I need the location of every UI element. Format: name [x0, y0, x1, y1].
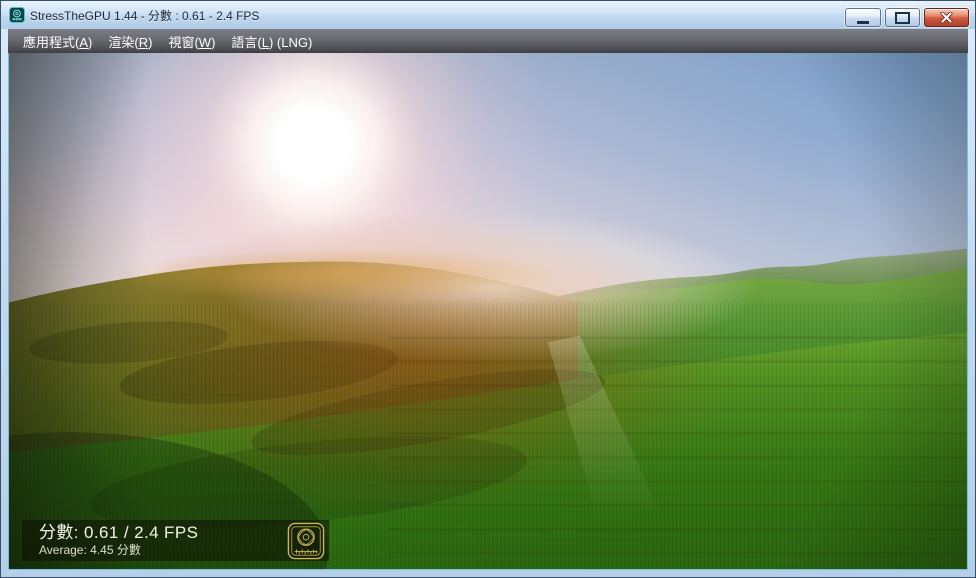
landscape-scene	[9, 53, 967, 569]
caption-buttons	[845, 8, 969, 27]
close-button[interactable]	[924, 8, 969, 27]
menubar: 應用程式(A) 渲染(R) 視窗(W) 語言(L) (LNG)	[8, 29, 968, 53]
score-hud: 分數: 0.61 / 2.4 FPS Average: 4.45 分數	[22, 520, 329, 561]
titlebar[interactable]: StressTheGPU 1.44 - 分數 : 0.61 - 2.4 FPS	[1, 1, 975, 29]
render-viewport: 分數: 0.61 / 2.4 FPS Average: 4.45 分數	[8, 53, 968, 570]
menu-item-window[interactable]: 視窗(W)	[160, 30, 223, 53]
close-icon	[940, 12, 953, 23]
menu-item-language[interactable]: 語言(L) (LNG)	[223, 30, 320, 53]
hud-average-text: Average: 4.45 分數	[39, 543, 141, 557]
stressthegpu-logo-icon	[287, 522, 325, 560]
maximize-icon	[895, 11, 910, 24]
window-title: StressTheGPU 1.44 - 分數 : 0.61 - 2.4 FPS	[30, 8, 260, 23]
menu-item-render[interactable]: 渲染(R)	[100, 30, 160, 53]
menu-item-application[interactable]: 應用程式(A)	[15, 30, 100, 53]
app-window: StressTheGPU 1.44 - 分數 : 0.61 - 2.4 FPS …	[0, 0, 976, 578]
app-icon	[9, 7, 25, 23]
maximize-button[interactable]	[885, 8, 920, 27]
minimize-button[interactable]	[845, 8, 881, 27]
hud-score-text: 分數: 0.61 / 2.4 FPS	[39, 523, 199, 542]
minimize-icon	[857, 20, 869, 24]
